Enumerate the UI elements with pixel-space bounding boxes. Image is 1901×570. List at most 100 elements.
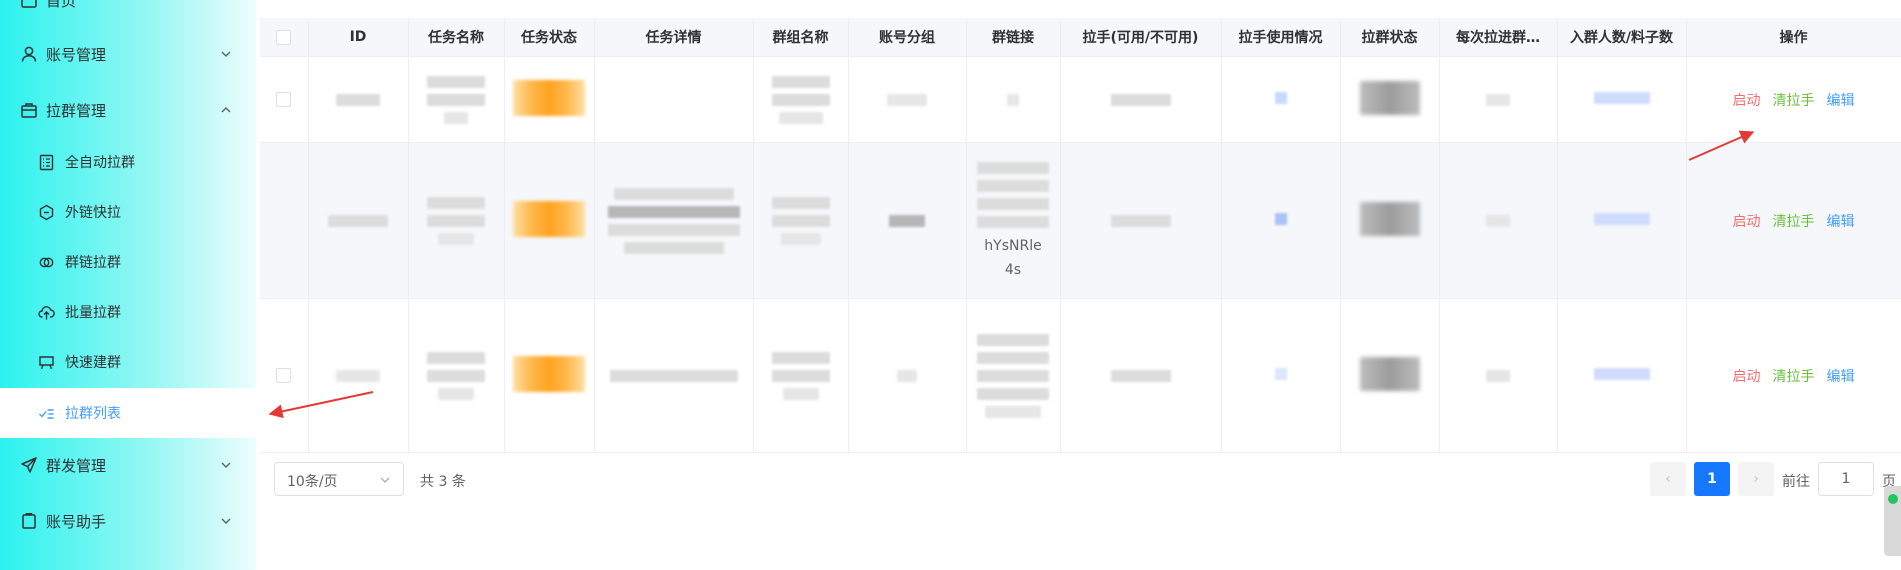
- clear-pullers-button[interactable]: 清拉手: [1773, 369, 1815, 385]
- prev-page-button[interactable]: ‹: [1650, 462, 1686, 496]
- status-dot-icon: [1888, 494, 1898, 504]
- send-icon: [20, 456, 38, 474]
- cell-id: [308, 298, 409, 453]
- column-header-pullers[interactable]: 拉手(可用/不可用): [1060, 18, 1222, 57]
- chevron-up-icon: [220, 104, 232, 116]
- row-checkbox[interactable]: [276, 92, 292, 107]
- cell-task-name: [408, 56, 505, 143]
- cell-actions: 启动 清拉手 编辑: [1686, 142, 1901, 299]
- cell-task-name: [408, 142, 505, 299]
- hexagon-link-icon: [38, 204, 55, 221]
- chevron-down-icon: [220, 459, 232, 471]
- cell-join-count: [1557, 298, 1687, 453]
- sidebar: 首页 账号管理 拉群管理 全自动拉群 外链快拉 群链拉群 批量拉群 快速建群 拉…: [0, 0, 256, 570]
- sidebar-item-label: 账号助手: [46, 512, 107, 531]
- select-all-cell: [260, 18, 309, 57]
- group-link-text-line2: 4s: [1004, 261, 1022, 278]
- sidebar-item-label: 拉群管理: [46, 101, 107, 120]
- column-header-task-status[interactable]: 任务状态: [504, 18, 595, 57]
- next-page-button[interactable]: ›: [1738, 462, 1774, 496]
- goto-label: 前往: [1782, 474, 1810, 490]
- start-button[interactable]: 启动: [1733, 93, 1761, 109]
- cell-task-status: [504, 298, 595, 453]
- row-checkbox[interactable]: [276, 368, 292, 383]
- sidebar-item-label: 批量拉群: [65, 305, 121, 321]
- page-number-current[interactable]: 1: [1694, 462, 1730, 496]
- column-header-group-name[interactable]: 群组名称: [753, 18, 849, 57]
- chevron-down-icon: [220, 48, 232, 60]
- pagination: 10条/页 共 3 条 ‹ 1 › 前往 1 页: [256, 462, 1901, 498]
- sidebar-item-account-assistant[interactable]: 账号助手: [0, 496, 256, 546]
- floating-widget-tab[interactable]: [1884, 486, 1901, 556]
- sidebar-item-label: 全自动拉群: [65, 155, 135, 171]
- column-header-join-count[interactable]: 入群人数/料子数: [1557, 18, 1687, 57]
- edit-button[interactable]: 编辑: [1827, 369, 1855, 385]
- cell-task-status: [504, 56, 595, 143]
- link-chain-icon: [38, 254, 55, 271]
- column-header-id[interactable]: ID: [308, 18, 409, 57]
- sidebar-item-group-pull-management[interactable]: 拉群管理: [0, 85, 256, 135]
- start-button[interactable]: 启动: [1733, 214, 1761, 230]
- sidebar-item-quick-create-group[interactable]: 快速建群: [0, 337, 256, 387]
- start-button[interactable]: 启动: [1733, 369, 1761, 385]
- sidebar-item-label: 首页: [46, 0, 77, 10]
- chevron-down-icon: [379, 474, 391, 486]
- column-header-account-group[interactable]: 账号分组: [848, 18, 967, 57]
- goto-page-input[interactable]: 1: [1818, 462, 1874, 496]
- cell-id: [308, 56, 409, 143]
- main-content: ID 任务名称 任务状态 任务详情 群组名称 账号分组 群链接 拉手(可用/不可…: [256, 0, 1901, 570]
- row-select-cell: [260, 56, 309, 143]
- cell-account-group: [848, 142, 967, 299]
- cell-puller-usage: [1221, 142, 1341, 299]
- clipboard-icon: [20, 512, 38, 530]
- cell-join-count: [1557, 56, 1687, 143]
- column-header-group-link[interactable]: 群链接: [966, 18, 1061, 57]
- column-header-puller-usage[interactable]: 拉手使用情况: [1221, 18, 1341, 57]
- cell-group-link: [966, 56, 1061, 143]
- user-icon: [20, 45, 38, 63]
- sidebar-item-external-link-pull[interactable]: 外链快拉: [0, 187, 256, 237]
- sidebar-item-label: 群链拉群: [65, 255, 121, 271]
- edit-button[interactable]: 编辑: [1827, 93, 1855, 109]
- clear-pullers-button[interactable]: 清拉手: [1773, 214, 1815, 230]
- column-header-task-detail[interactable]: 任务详情: [594, 18, 754, 57]
- column-header-per-pull[interactable]: 每次拉进群…: [1439, 18, 1558, 57]
- column-header-task-name[interactable]: 任务名称: [408, 18, 505, 57]
- cell-group-link: hYsNRle 4s: [966, 142, 1061, 299]
- page-size-select[interactable]: 10条/页: [274, 462, 404, 496]
- sidebar-item-label: 拉群列表: [65, 406, 121, 422]
- monitor-icon: [38, 354, 55, 371]
- briefcase-icon: [20, 101, 38, 119]
- home-icon: [20, 0, 38, 9]
- edit-button[interactable]: 编辑: [1827, 214, 1855, 230]
- cell-pull-status: [1340, 142, 1440, 299]
- sidebar-item-group-link-pull[interactable]: 群链拉群: [0, 237, 256, 287]
- table-header-row: ID 任务名称 任务状态 任务详情 群组名称 账号分组 群链接 拉手(可用/不可…: [260, 18, 1901, 57]
- sidebar-item-batch-pull[interactable]: 批量拉群: [0, 287, 256, 337]
- sidebar-item-mass-message[interactable]: 群发管理: [0, 440, 256, 490]
- cell-per-pull: [1439, 56, 1558, 143]
- sidebar-item-account-management[interactable]: 账号管理: [0, 29, 256, 79]
- cell-pullers: [1060, 56, 1222, 143]
- cell-puller-usage: [1221, 298, 1341, 453]
- cell-task-detail: [594, 142, 754, 299]
- row-select-cell: [260, 142, 309, 299]
- select-all-checkbox[interactable]: [276, 29, 292, 45]
- list-check-icon: [38, 405, 55, 422]
- cell-puller-usage: [1221, 56, 1341, 143]
- cell-group-name: [753, 298, 849, 453]
- sidebar-item-auto-pull[interactable]: 全自动拉群: [0, 137, 256, 187]
- table-row: 启动 清拉手 编辑: [260, 298, 1901, 453]
- clear-pullers-button[interactable]: 清拉手: [1773, 93, 1815, 109]
- cell-account-group: [848, 56, 967, 143]
- column-header-pull-status[interactable]: 拉群状态: [1340, 18, 1440, 57]
- cell-per-pull: [1439, 298, 1558, 453]
- page-size-value: 10条/页: [287, 474, 338, 490]
- cell-task-status: [504, 142, 595, 299]
- sidebar-item-home[interactable]: 首页: [0, 0, 256, 25]
- sidebar-item-pull-list[interactable]: 拉群列表: [0, 388, 256, 438]
- cell-per-pull: [1439, 142, 1558, 299]
- cell-task-detail: [594, 298, 754, 453]
- row-select-cell: [260, 298, 309, 453]
- cell-pullers: [1060, 142, 1222, 299]
